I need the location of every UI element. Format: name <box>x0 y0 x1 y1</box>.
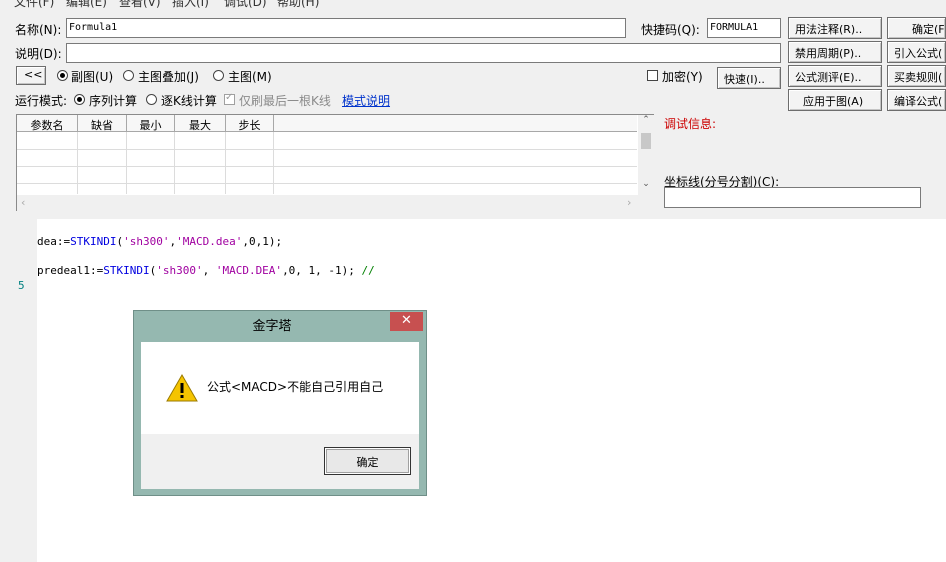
collapse-button[interactable]: << <box>16 66 46 85</box>
encrypt-label: 加密(Y) <box>662 70 703 84</box>
error-dialog: 金字塔 ✕ 公式<MACD>不能自己引用自己 确定 <box>133 310 427 496</box>
per-kline-label: 逐K线计算 <box>161 94 217 108</box>
ok-button[interactable]: 确定 <box>324 447 411 475</box>
shortcut-label: 快捷码(Q): <box>641 23 700 37</box>
horizontal-scrollbar[interactable]: ‹ › <box>17 195 654 211</box>
sub-chart-label: 副图(U) <box>71 70 114 84</box>
apply-chart-button[interactable]: 应用于图(A) <box>788 89 882 111</box>
col-header-default[interactable]: 缺省 <box>78 115 127 132</box>
code-text: dea:= <box>37 235 71 248</box>
code-string: 'sh300' <box>123 235 170 248</box>
code-text: ,0, 1, -1); <box>282 264 362 277</box>
code-text: predeal1:= <box>37 264 104 277</box>
refresh-last-label: 仅刷最后一根K线 <box>239 94 331 108</box>
scroll-right-icon[interactable]: › <box>627 196 631 209</box>
sub-chart-radio[interactable] <box>57 70 68 81</box>
line-gutter <box>15 219 37 562</box>
code-line[interactable]: dea:=STKINDI('sh300','MACD.dea',0,1); <box>37 235 282 248</box>
menu-bar: 文件(F) 编辑(E) 查看(V) 插入(I) 调试(D) 帮助(H) <box>0 0 946 9</box>
code-string: 'sh300' <box>156 264 203 277</box>
refresh-last-checkbox[interactable] <box>224 92 235 105</box>
menu-file[interactable]: 文件(F) <box>14 0 54 10</box>
main-chart-label: 主图(M) <box>228 70 272 84</box>
main-chart-radio[interactable] <box>213 70 224 81</box>
col-header-max[interactable]: 最大 <box>175 115 226 132</box>
quick-button[interactable]: 快速(I).. <box>717 67 781 89</box>
table-row <box>17 166 637 167</box>
col-header-empty <box>274 115 637 132</box>
table-col-line <box>174 132 175 194</box>
dialog-title: 金字塔 <box>252 319 292 334</box>
import-formula-button[interactable]: 引入公式( <box>887 41 946 63</box>
code-comment: // <box>361 264 375 277</box>
usage-note-button[interactable]: 用法注释(R).. <box>788 17 882 39</box>
dialog-message: 公式<MACD>不能自己引用自己 <box>207 380 384 394</box>
per-kline-radio[interactable] <box>146 94 157 105</box>
confirm-button[interactable]: 确定(F <box>887 17 946 39</box>
code-text: ,0,1); <box>242 235 283 248</box>
mode-help-link[interactable]: 模式说明 <box>342 92 390 109</box>
menu-debug[interactable]: 调试(D) <box>224 0 267 10</box>
close-icon[interactable]: ✕ <box>390 312 423 331</box>
menu-view[interactable]: 查看(V) <box>119 0 161 10</box>
code-string: 'MACD.dea' <box>176 235 243 248</box>
table-col-line <box>225 132 226 194</box>
main-overlay-radio[interactable] <box>123 70 134 81</box>
params-table[interactable]: 参数名 缺省 最小 最大 步长 ⌃ ⌄ ‹ › <box>16 114 654 211</box>
warning-icon <box>166 374 198 402</box>
menu-help[interactable]: 帮助(H) <box>277 0 319 10</box>
col-header-name[interactable]: 参数名 <box>17 115 78 132</box>
shortcut-field[interactable]: FORMULA1 <box>707 18 781 38</box>
code-function: STKINDI <box>70 235 117 248</box>
formula-test-button[interactable]: 公式测评(E).. <box>788 65 882 87</box>
main-overlay-label: 主图叠加(J) <box>138 70 199 84</box>
table-row <box>17 183 637 184</box>
table-col-line <box>126 132 127 194</box>
code-string: 'MACD.DEA' <box>215 264 283 277</box>
code-line[interactable]: predeal1:=STKINDI('sh300', 'MACD.DEA',0,… <box>37 264 375 277</box>
menu-edit[interactable]: 编辑(E) <box>66 0 107 10</box>
debug-info-label: 调试信息: <box>664 117 717 131</box>
name-field[interactable]: Formula1 <box>66 18 626 38</box>
col-header-step[interactable]: 步长 <box>226 115 274 132</box>
menu-insert[interactable]: 插入(I) <box>172 0 209 10</box>
table-col-line <box>273 132 274 194</box>
name-label: 名称(N): <box>15 23 62 37</box>
vertical-scrollbar[interactable]: ⌃ ⌄ <box>638 115 654 195</box>
run-mode-label: 运行模式: <box>15 94 68 108</box>
sequential-radio[interactable] <box>74 94 85 105</box>
trade-rule-button[interactable]: 买卖规则( <box>887 65 946 87</box>
scroll-thumb[interactable] <box>641 133 651 149</box>
line-number: 5 <box>18 279 25 292</box>
encrypt-checkbox[interactable] <box>647 70 658 81</box>
scroll-down-icon[interactable]: ⌄ <box>638 179 654 195</box>
disabled-period-button[interactable]: 禁用周期(P).. <box>788 41 882 63</box>
code-text: , <box>202 264 216 277</box>
desc-label: 说明(D): <box>15 47 62 61</box>
compile-button[interactable]: 编译公式( <box>887 89 946 111</box>
col-header-min[interactable]: 最小 <box>127 115 175 132</box>
coord-line-input[interactable] <box>664 187 921 208</box>
code-function: STKINDI <box>103 264 150 277</box>
scroll-up-icon[interactable]: ⌃ <box>638 115 654 131</box>
sequential-label: 序列计算 <box>89 94 138 108</box>
table-row <box>17 149 637 150</box>
table-col-line <box>77 132 78 194</box>
desc-field[interactable] <box>66 43 781 63</box>
scroll-left-icon[interactable]: ‹ <box>21 196 25 209</box>
